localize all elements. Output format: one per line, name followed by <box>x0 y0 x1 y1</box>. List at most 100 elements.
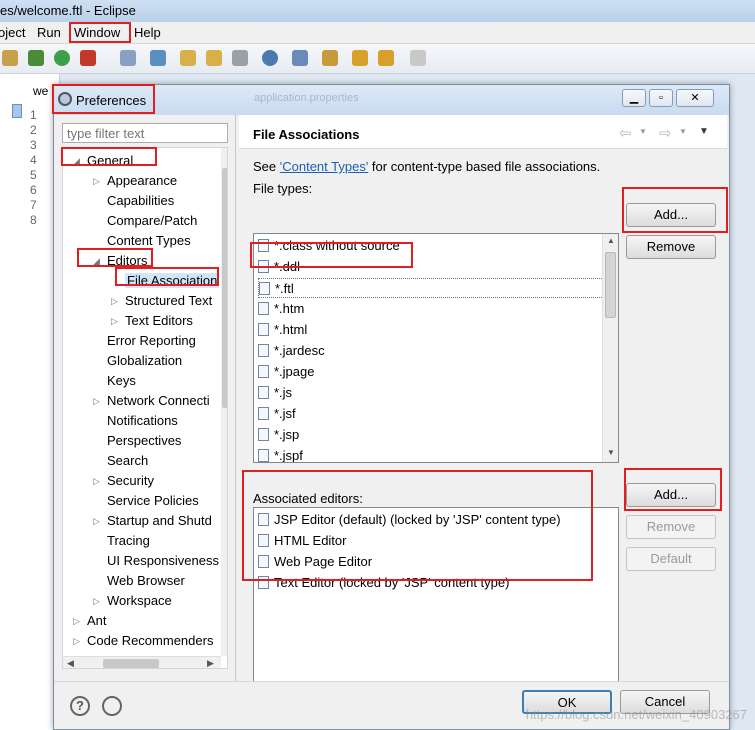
tree-structured-text[interactable]: Structured Text <box>125 293 212 308</box>
forward-nav-icon[interactable]: ⇨ <box>659 124 672 142</box>
content-types-link[interactable]: 'Content Types' <box>280 159 369 174</box>
list-item[interactable]: *.jspf <box>258 446 303 462</box>
tree-compare-patch[interactable]: Compare/Patch <box>107 213 197 228</box>
list-item[interactable]: *.jsp <box>258 425 299 445</box>
list-item[interactable]: *.class without source <box>258 236 400 256</box>
wrench-icon[interactable] <box>232 50 248 66</box>
tree-text-editors[interactable]: Text Editors <box>125 313 193 328</box>
file-types-scrollbar[interactable]: ▲ ▼ <box>602 234 618 462</box>
tree-perspectives[interactable]: Perspectives <box>107 433 181 448</box>
tree-tracing[interactable]: Tracing <box>107 533 150 548</box>
tree-ui-responsiveness[interactable]: UI Responsiveness <box>107 553 219 568</box>
open-folder-icon[interactable] <box>180 50 196 66</box>
list-item[interactable]: *.jsf <box>258 404 296 424</box>
maximize-button[interactable]: ▫ <box>649 89 673 107</box>
associated-editors-list[interactable]: JSP Editor (default) (locked by 'JSP' co… <box>253 507 619 697</box>
chevron-down-icon[interactable]: ▼ <box>679 127 687 136</box>
collapse-arrow-icon[interactable]: ◢ <box>73 156 80 167</box>
view-menu-icon[interactable]: ▼ <box>699 126 709 137</box>
tree-globalization[interactable]: Globalization <box>107 353 182 368</box>
tree-vertical-scrollbar[interactable] <box>221 148 227 656</box>
tree-service-policies[interactable]: Service Policies <box>107 493 199 508</box>
expand-arrow-icon[interactable]: ▷ <box>111 316 118 327</box>
tree-web-browser[interactable]: Web Browser <box>107 573 185 588</box>
list-item[interactable]: *.jardesc <box>258 341 325 361</box>
tree-editors[interactable]: Editors <box>107 253 147 268</box>
scroll-thumb[interactable] <box>605 252 616 318</box>
folder-icon[interactable] <box>206 50 222 66</box>
close-button[interactable]: ✕ <box>676 89 714 107</box>
run-icon[interactable] <box>54 50 70 66</box>
pane-divider[interactable] <box>235 115 236 681</box>
tree-horizontal-scrollbar[interactable]: ◀ ▶ <box>63 656 221 668</box>
back-nav-icon[interactable]: ⇦ <box>619 124 632 142</box>
tree-general[interactable]: General <box>87 153 133 168</box>
remove-editor-button[interactable]: Remove <box>626 515 716 539</box>
list-item[interactable]: *.htm <box>258 299 304 319</box>
add-file-type-button[interactable]: Add... <box>626 203 716 227</box>
filter-input[interactable] <box>62 123 228 143</box>
default-button[interactable]: Default <box>626 547 716 571</box>
tree-network[interactable]: Network Connecti <box>107 393 210 408</box>
expand-arrow-icon[interactable]: ▷ <box>93 596 100 607</box>
collapse-arrow-icon[interactable]: ◢ <box>93 256 100 267</box>
expand-arrow-icon[interactable]: ▷ <box>73 636 80 647</box>
help-icon[interactable]: ? <box>70 696 90 716</box>
scroll-right-icon[interactable]: ▶ <box>207 658 214 668</box>
tree-ant[interactable]: Ant <box>87 613 107 628</box>
toolbar-new-icon[interactable] <box>120 50 136 66</box>
expand-arrow-icon[interactable]: ▷ <box>93 396 100 407</box>
tree-appearance[interactable]: Appearance <box>107 173 177 188</box>
add-editor-button[interactable]: Add... <box>626 483 716 507</box>
tree-security[interactable]: Security <box>107 473 154 488</box>
menu-help[interactable]: Help <box>134 25 161 40</box>
toolbar-tool-icon[interactable] <box>2 50 18 66</box>
tree-keys[interactable]: Keys <box>107 373 136 388</box>
minimize-button[interactable]: ▁ <box>622 89 646 107</box>
tree-file-associations[interactable]: File Association <box>125 273 220 288</box>
tree-startup[interactable]: Startup and Shutd <box>107 513 212 528</box>
chevron-down-icon[interactable]: ▼ <box>639 127 647 136</box>
tree-error-reporting[interactable]: Error Reporting <box>107 333 196 348</box>
expand-arrow-icon[interactable]: ▷ <box>93 176 100 187</box>
expand-arrow-icon[interactable]: ▷ <box>73 616 80 627</box>
list-item[interactable]: JSP Editor (default) (locked by 'JSP' co… <box>258 510 561 530</box>
list-item[interactable]: Text Editor (locked by 'JSP' content typ… <box>258 573 509 593</box>
toolbar-coverage-icon[interactable] <box>80 50 96 66</box>
scroll-left-icon[interactable]: ◀ <box>67 658 74 668</box>
tree-capabilities[interactable]: Capabilities <box>107 193 174 208</box>
globe-icon[interactable] <box>262 50 278 66</box>
tree-code-recommenders[interactable]: Code Recommenders <box>87 633 213 648</box>
list-item[interactable]: Web Page Editor <box>258 552 372 572</box>
menu-project[interactable]: oject <box>0 25 25 40</box>
import-export-icon[interactable] <box>102 696 122 716</box>
list-item-selected[interactable]: *.ftl <box>258 278 604 298</box>
toolbar-class-icon[interactable] <box>150 50 166 66</box>
back-arrow-icon[interactable] <box>352 50 368 66</box>
history-back-icon[interactable] <box>410 50 426 66</box>
list-item[interactable]: *.ddl <box>258 257 300 277</box>
scroll-thumb[interactable] <box>103 659 159 668</box>
file-types-list[interactable]: *.class without source *.ddl *.ftl *.htm… <box>253 233 619 463</box>
expand-arrow-icon[interactable]: ▷ <box>93 516 100 527</box>
tree-workspace[interactable]: Workspace <box>107 593 172 608</box>
expand-arrow-icon[interactable]: ▷ <box>111 296 118 307</box>
editor-tab[interactable]: we <box>33 84 48 98</box>
scroll-thumb[interactable] <box>222 168 227 408</box>
tree-content-types[interactable]: Content Types <box>107 233 191 248</box>
forward-arrow-icon[interactable] <box>378 50 394 66</box>
expand-arrow-icon[interactable]: ▷ <box>93 476 100 487</box>
scroll-down-icon[interactable]: ▼ <box>607 448 615 457</box>
list-item[interactable]: HTML Editor <box>258 531 346 551</box>
tree-notifications[interactable]: Notifications <box>107 413 178 428</box>
list-item[interactable]: *.html <box>258 320 307 340</box>
toolbar-nav-icon[interactable] <box>292 50 308 66</box>
tree-search[interactable]: Search <box>107 453 148 468</box>
menu-run[interactable]: Run <box>37 25 61 40</box>
remove-file-type-button[interactable]: Remove <box>626 235 716 259</box>
list-item[interactable]: *.jpage <box>258 362 314 382</box>
menu-window[interactable]: Window <box>74 25 120 40</box>
list-item[interactable]: *.js <box>258 383 292 403</box>
toolbar-debug-icon[interactable] <box>28 50 44 66</box>
scroll-up-icon[interactable]: ▲ <box>607 236 615 245</box>
